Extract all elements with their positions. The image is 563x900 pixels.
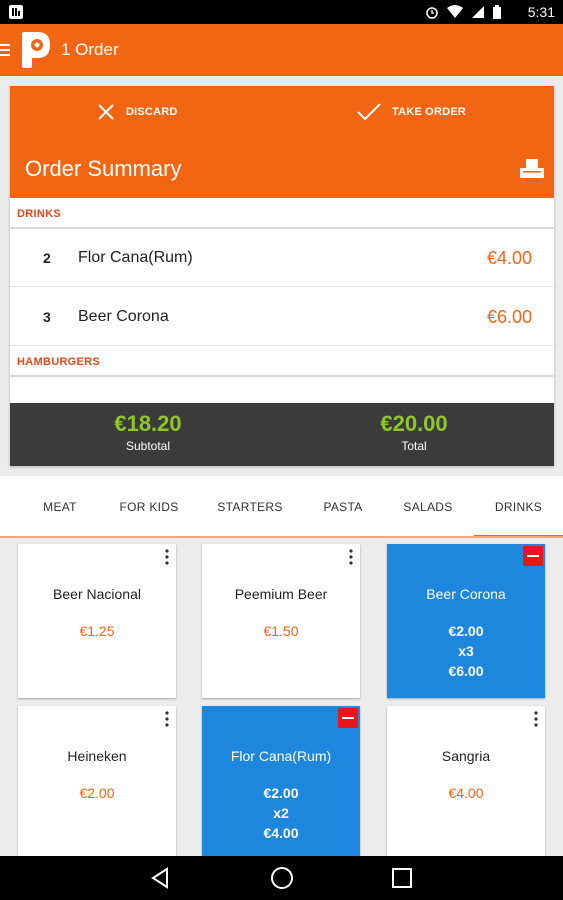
product-qty: x2 [273, 805, 289, 821]
product-name: Beer Corona [426, 586, 506, 602]
more-vert-icon[interactable] [348, 548, 354, 566]
wifi-icon [447, 5, 463, 18]
order-totals: €18.20 Subtotal €20.00 Total [10, 403, 554, 466]
subtotal-value: €18.20 [114, 411, 182, 436]
battery-icon [493, 5, 501, 19]
product-price: €1.50 [263, 623, 299, 639]
alarm-icon [426, 7, 438, 19]
product-total: €6.00 [448, 663, 484, 679]
product-name: Heineken [67, 748, 127, 764]
subtotal-block: €18.20 Subtotal [48, 411, 248, 453]
menu-icon[interactable] [0, 42, 10, 58]
total-label: Total [401, 439, 427, 453]
order-summary-card: DISCARD TAKE ORDER Order Summary DRINKS … [10, 86, 554, 466]
order-row[interactable]: 2 Flor Cana(Rum) €4.00 [10, 229, 554, 287]
status-time: 5:31 [527, 4, 555, 20]
tab-starters[interactable]: STARTERS [206, 476, 294, 538]
category-label-drinks: DRINKS [17, 208, 61, 220]
total-block: €20.00 Total [314, 411, 514, 453]
check-icon [357, 103, 381, 121]
order-row[interactable]: 3 Beer Corona €6.00 [10, 288, 554, 346]
product-name: Beer Nacional [53, 586, 141, 602]
order-item-qty: 2 [43, 250, 51, 266]
recents-icon[interactable] [390, 866, 414, 890]
remove-item-button[interactable] [523, 546, 543, 566]
more-vert-icon[interactable] [164, 710, 170, 728]
product-qty: x3 [458, 643, 474, 659]
product-name: Sangria [441, 748, 491, 764]
order-item-price: €6.00 [486, 307, 532, 327]
more-vert-icon[interactable] [533, 710, 539, 728]
order-item-qty: 3 [43, 309, 51, 325]
status-bar: 5:31 [0, 0, 563, 24]
order-summary-title: Order Summary [25, 156, 182, 181]
tab-salads[interactable]: SALADS [390, 476, 466, 538]
product-card[interactable]: Heineken €2.00 [18, 706, 176, 856]
category-divider [10, 375, 554, 377]
order-summary-header: DISCARD TAKE ORDER Order Summary [10, 86, 554, 198]
more-vert-icon[interactable] [164, 548, 170, 566]
back-icon[interactable] [148, 866, 172, 890]
product-name: Peemium Beer [234, 586, 328, 602]
tab-drinks[interactable]: DRINKS [474, 476, 563, 538]
app-logo [22, 32, 50, 68]
home-icon[interactable] [270, 866, 294, 890]
app-bar: 1 Order [0, 24, 563, 76]
total-value: €20.00 [380, 411, 448, 436]
menu-tabs: MEAT FOR KIDS STARTERS PASTA SALADS DRIN… [0, 476, 563, 538]
product-card-selected[interactable]: Beer Corona €2.00 x3 €6.00 [387, 544, 545, 698]
product-price: €2.00 [448, 623, 484, 639]
order-item-price: €4.00 [486, 248, 532, 268]
page-title: 1 Order [61, 40, 119, 59]
product-card-selected[interactable]: Flor Cana(Rum) €2.00 x2 €4.00 [202, 706, 360, 856]
close-icon [98, 104, 114, 120]
subtotal-label: Subtotal [125, 439, 171, 453]
product-price: €2.00 [263, 785, 299, 801]
print-icon[interactable] [520, 158, 544, 180]
product-grid: Beer Nacional €1.25 Peemium Beer €1.50 B… [0, 538, 563, 856]
product-card[interactable]: Peemium Beer €1.50 [202, 544, 360, 698]
product-total: €4.00 [263, 825, 299, 841]
product-price: €2.00 [79, 785, 115, 801]
product-card[interactable]: Sangria €4.00 [387, 706, 545, 856]
tab-pasta[interactable]: PASTA [308, 476, 378, 538]
tab-for-kids[interactable]: FOR KIDS [108, 476, 190, 538]
product-price: €4.00 [448, 785, 484, 801]
product-price: €1.25 [79, 623, 115, 639]
notification-icon [9, 5, 23, 19]
signal-icon [472, 6, 484, 18]
system-nav-bar [0, 856, 563, 900]
take-order-label: TAKE ORDER [392, 106, 466, 118]
category-label-hamburgers: HAMBURGERS [17, 356, 101, 368]
discard-label: DISCARD [126, 106, 178, 118]
product-card[interactable]: Beer Nacional €1.25 [18, 544, 176, 698]
remove-item-button[interactable] [338, 708, 358, 728]
order-item-name: Beer Corona [78, 308, 169, 325]
order-item-name: Flor Cana(Rum) [78, 249, 193, 266]
tab-meat[interactable]: MEAT [22, 476, 98, 538]
discard-button[interactable]: DISCARD [96, 86, 178, 138]
product-name: Flor Cana(Rum) [230, 748, 332, 764]
take-order-button[interactable]: TAKE ORDER [356, 86, 466, 138]
order-actions: DISCARD TAKE ORDER [10, 86, 554, 138]
